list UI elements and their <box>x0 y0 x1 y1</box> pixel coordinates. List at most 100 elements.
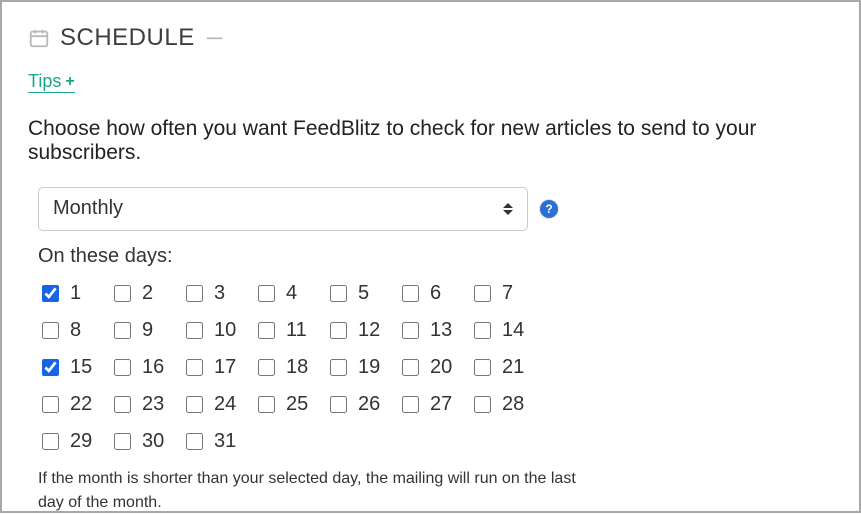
day-checkbox-12[interactable] <box>330 322 347 339</box>
day-19[interactable]: 19 <box>326 356 398 379</box>
day-7[interactable]: 7 <box>470 282 542 305</box>
collapse-toggle[interactable]: ─ <box>207 27 223 49</box>
day-21[interactable]: 21 <box>470 356 542 379</box>
day-checkbox-15[interactable] <box>42 359 59 376</box>
day-23[interactable]: 23 <box>110 393 182 416</box>
day-label: 9 <box>142 319 153 342</box>
day-9[interactable]: 9 <box>110 319 182 342</box>
day-label: 27 <box>430 393 452 416</box>
day-label: 4 <box>286 282 297 305</box>
day-checkbox-5[interactable] <box>330 285 347 302</box>
day-checkbox-6[interactable] <box>402 285 419 302</box>
day-checkbox-11[interactable] <box>258 322 275 339</box>
day-14[interactable]: 14 <box>470 319 542 342</box>
day-28[interactable]: 28 <box>470 393 542 416</box>
day-label: 8 <box>70 319 81 342</box>
tips-link[interactable]: Tips + <box>28 72 75 93</box>
day-checkbox-23[interactable] <box>114 396 131 413</box>
day-label: 1 <box>70 282 81 305</box>
day-30[interactable]: 30 <box>110 430 182 453</box>
day-checkbox-21[interactable] <box>474 359 491 376</box>
day-checkbox-28[interactable] <box>474 396 491 413</box>
day-27[interactable]: 27 <box>398 393 470 416</box>
day-2[interactable]: 2 <box>110 282 182 305</box>
days-row: 1 2 3 4 5 6 7 <box>38 282 833 305</box>
day-label: 21 <box>502 356 524 379</box>
plus-icon: + <box>65 73 74 91</box>
day-checkbox-31[interactable] <box>186 433 203 450</box>
day-label: 26 <box>358 393 380 416</box>
day-15[interactable]: 15 <box>38 356 110 379</box>
day-checkbox-29[interactable] <box>42 433 59 450</box>
day-checkbox-3[interactable] <box>186 285 203 302</box>
day-label: 11 <box>286 319 307 342</box>
day-checkbox-27[interactable] <box>402 396 419 413</box>
day-checkbox-4[interactable] <box>258 285 275 302</box>
days-row: 8 9 10 11 12 13 14 <box>38 319 833 342</box>
days-row: 29 30 31 <box>38 430 833 453</box>
day-6[interactable]: 6 <box>398 282 470 305</box>
day-label: 18 <box>286 356 308 379</box>
day-18[interactable]: 18 <box>254 356 326 379</box>
day-label: 13 <box>430 319 452 342</box>
day-label: 6 <box>430 282 441 305</box>
day-11[interactable]: 11 <box>254 319 326 342</box>
day-checkbox-17[interactable] <box>186 359 203 376</box>
day-22[interactable]: 22 <box>38 393 110 416</box>
day-checkbox-24[interactable] <box>186 396 203 413</box>
day-checkbox-18[interactable] <box>258 359 275 376</box>
day-checkbox-1[interactable] <box>42 285 59 302</box>
day-16[interactable]: 16 <box>110 356 182 379</box>
day-4[interactable]: 4 <box>254 282 326 305</box>
days-label: On these days: <box>38 245 833 268</box>
day-25[interactable]: 25 <box>254 393 326 416</box>
day-checkbox-25[interactable] <box>258 396 275 413</box>
day-checkbox-14[interactable] <box>474 322 491 339</box>
day-10[interactable]: 10 <box>182 319 254 342</box>
day-3[interactable]: 3 <box>182 282 254 305</box>
help-icon[interactable]: ? <box>540 200 558 218</box>
day-checkbox-9[interactable] <box>114 322 131 339</box>
day-checkbox-20[interactable] <box>402 359 419 376</box>
day-checkbox-19[interactable] <box>330 359 347 376</box>
day-checkbox-7[interactable] <box>474 285 491 302</box>
day-17[interactable]: 17 <box>182 356 254 379</box>
footnote: If the month is shorter than your select… <box>38 467 598 515</box>
day-checkbox-22[interactable] <box>42 396 59 413</box>
day-label: 31 <box>214 430 236 453</box>
day-5[interactable]: 5 <box>326 282 398 305</box>
day-checkbox-2[interactable] <box>114 285 131 302</box>
day-label: 29 <box>70 430 92 453</box>
day-label: 17 <box>214 356 236 379</box>
day-29[interactable]: 29 <box>38 430 110 453</box>
day-checkbox-8[interactable] <box>42 322 59 339</box>
day-label: 28 <box>502 393 524 416</box>
day-label: 22 <box>70 393 92 416</box>
frequency-selected-value: Monthly <box>53 197 123 220</box>
days-row: 15 16 17 18 19 20 21 <box>38 356 833 379</box>
day-label: 14 <box>502 319 524 342</box>
panel-header: SCHEDULE ─ <box>28 24 833 52</box>
day-checkbox-26[interactable] <box>330 396 347 413</box>
day-26[interactable]: 26 <box>326 393 398 416</box>
day-label: 3 <box>214 282 225 305</box>
day-31[interactable]: 31 <box>182 430 254 453</box>
day-20[interactable]: 20 <box>398 356 470 379</box>
day-24[interactable]: 24 <box>182 393 254 416</box>
frequency-select[interactable]: Monthly <box>38 187 528 231</box>
select-caret-icon <box>503 203 513 215</box>
day-8[interactable]: 8 <box>38 319 110 342</box>
calendar-icon <box>28 27 50 49</box>
day-label: 7 <box>502 282 513 305</box>
day-checkbox-10[interactable] <box>186 322 203 339</box>
day-12[interactable]: 12 <box>326 319 398 342</box>
day-checkbox-13[interactable] <box>402 322 419 339</box>
days-row: 22 232425 26 27 28 <box>38 393 833 416</box>
day-label: 20 <box>430 356 452 379</box>
days-grid: 1234567891011121314151617181920212223242… <box>38 282 833 453</box>
day-label: 15 <box>70 356 92 379</box>
day-1[interactable]: 1 <box>38 282 110 305</box>
day-checkbox-30[interactable] <box>114 433 131 450</box>
day-checkbox-16[interactable] <box>114 359 131 376</box>
day-13[interactable]: 13 <box>398 319 470 342</box>
